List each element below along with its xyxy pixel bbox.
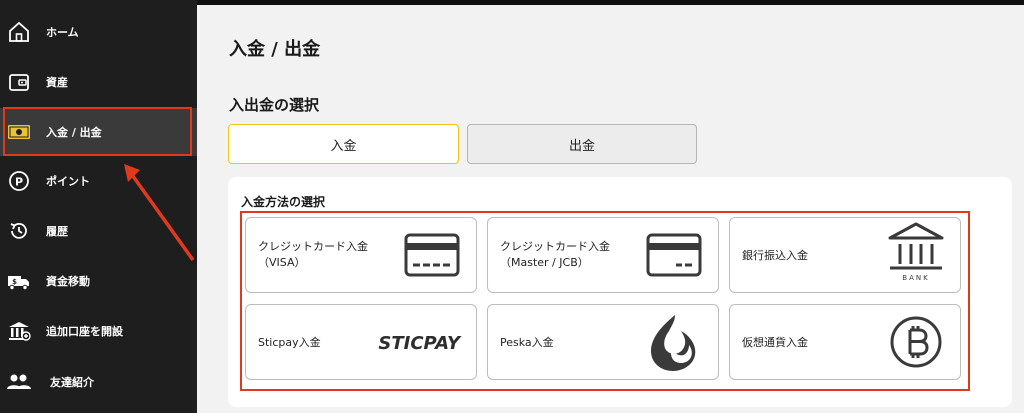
- sidebar-item-referral[interactable]: 友達紹介: [0, 358, 197, 406]
- method-card-peska[interactable]: Peska入金: [487, 304, 719, 380]
- deposit-methods-panel: 入金方法の選択 クレジットカード入金 （VISA） クレジットカード入金 （Ma…: [228, 177, 1012, 407]
- sidebar-item-history[interactable]: 履歴: [0, 207, 197, 255]
- credit-card-icon: [644, 228, 704, 282]
- method-card-sticpay[interactable]: Sticpay入金 STICPAY: [245, 304, 477, 380]
- bitcoin-icon: [886, 315, 946, 369]
- sidebar-item-label: 資金移動: [46, 275, 90, 288]
- panel-title: 入金方法の選択: [241, 195, 326, 209]
- wallet-icon: [6, 69, 32, 95]
- sidebar-item-label: 履歴: [46, 225, 68, 238]
- sidebar-item-label: 入金 / 出金: [46, 126, 102, 139]
- method-label-line1: クレジットカード入金: [500, 240, 610, 253]
- sidebar: ホーム 資産 入金 / 出金 P ポイント 履歴 $ 資金移動 追加口座を開設 …: [0, 0, 197, 413]
- sidebar-item-label: ポイント: [46, 175, 90, 188]
- cash-icon: [6, 119, 32, 145]
- home-icon: [6, 19, 32, 45]
- sidebar-item-label: 追加口座を開設: [46, 325, 123, 338]
- credit-card-icon: [402, 228, 462, 282]
- main-content: 入金 / 出金 入出金の選択 入金 出金 入金方法の選択 クレジットカード入金 …: [197, 5, 1024, 413]
- page-title: 入金 / 出金: [229, 39, 321, 60]
- truck-icon: $: [6, 268, 32, 294]
- sidebar-item-label: ホーム: [46, 26, 79, 39]
- method-card-bank-transfer[interactable]: 銀行振込入金 BANK: [729, 217, 961, 293]
- method-label-line2: （VISA）: [258, 256, 306, 269]
- method-label: 仮想通貨入金: [742, 336, 808, 349]
- method-label: Sticpay入金: [258, 336, 321, 349]
- sidebar-item-open-account[interactable]: 追加口座を開設: [0, 307, 197, 355]
- points-icon: P: [6, 168, 32, 194]
- svg-text:P: P: [15, 176, 23, 189]
- method-label-line2: （Master / JCB）: [500, 256, 589, 269]
- sidebar-item-fund-transfer[interactable]: $ 資金移動: [0, 257, 197, 305]
- method-card-credit-master-jcb[interactable]: クレジットカード入金 （Master / JCB）: [487, 217, 719, 293]
- bank-icon: BANK: [886, 222, 946, 282]
- method-label: Peska入金: [500, 336, 554, 349]
- svg-text:$: $: [12, 278, 17, 286]
- sidebar-item-home[interactable]: ホーム: [0, 8, 197, 56]
- tab-deposit[interactable]: 入金: [228, 124, 459, 164]
- history-icon: [6, 218, 32, 244]
- bank-icon: [6, 318, 32, 344]
- method-card-crypto[interactable]: 仮想通貨入金: [729, 304, 961, 380]
- method-label-line1: クレジットカード入金: [258, 240, 368, 253]
- method-label: クレジットカード入金 （Master / JCB）: [500, 239, 610, 271]
- method-card-credit-visa[interactable]: クレジットカード入金 （VISA）: [245, 217, 477, 293]
- method-label: 銀行振込入金: [742, 249, 808, 262]
- method-label: クレジットカード入金 （VISA）: [258, 239, 368, 271]
- sticpay-logo-text: STICPAY: [378, 333, 462, 354]
- sidebar-item-label: 友達紹介: [50, 376, 94, 389]
- peska-logo: [644, 311, 704, 373]
- users-icon: [6, 369, 32, 395]
- tab-withdraw[interactable]: 出金: [467, 124, 697, 164]
- sidebar-item-label: 資産: [46, 76, 68, 89]
- bank-icon-text: BANK: [902, 274, 929, 282]
- sidebar-item-assets[interactable]: 資産: [0, 58, 197, 106]
- sticpay-logo: STICPAY: [372, 315, 462, 369]
- sidebar-item-points[interactable]: P ポイント: [0, 157, 197, 205]
- sidebar-item-deposit-withdraw[interactable]: 入金 / 出金: [0, 108, 197, 156]
- section-title: 入出金の選択: [229, 96, 320, 114]
